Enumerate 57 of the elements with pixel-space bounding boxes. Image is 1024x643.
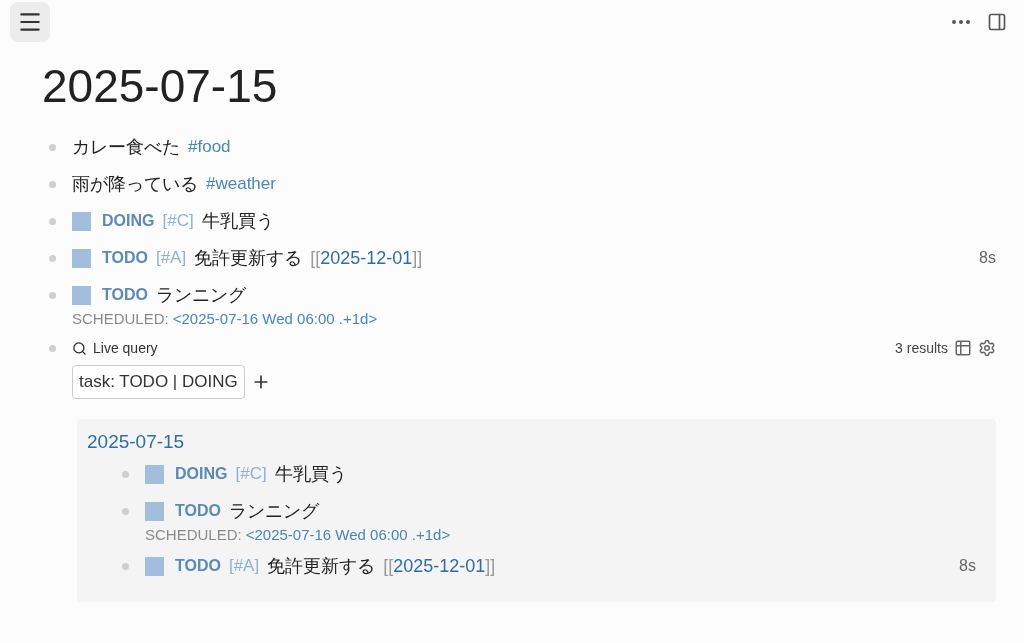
scheduled-label: SCHEDULED:: [72, 310, 169, 327]
priority-tag[interactable]: [#A]: [228, 553, 260, 579]
priority-tag[interactable]: [#C]: [235, 461, 267, 487]
task-marker[interactable]: TODO: [175, 498, 221, 524]
tag-link[interactable]: #food: [188, 134, 231, 160]
bullet[interactable]: [49, 292, 56, 299]
priority-tag[interactable]: [#C]: [162, 208, 194, 234]
task-text: ランニング: [228, 500, 319, 523]
tag-link[interactable]: #weather: [206, 171, 276, 197]
bullet[interactable]: [49, 345, 56, 352]
page-link[interactable]: 2025-07-15: [87, 431, 185, 453]
bullet[interactable]: [49, 144, 56, 151]
bullet[interactable]: [49, 181, 56, 188]
bracket: ]]: [412, 247, 423, 270]
task-marker[interactable]: DOING: [175, 461, 228, 487]
task-marker[interactable]: DOING: [102, 208, 155, 234]
task-text: 牛乳買う: [201, 210, 274, 233]
page-link[interactable]: 2025-12-01: [393, 553, 486, 579]
timer: 8s: [979, 248, 996, 268]
block-text: カレー食べた: [72, 136, 180, 159]
page-link[interactable]: 2025-12-01: [320, 245, 413, 271]
bullet[interactable]: [122, 471, 129, 478]
query-label: Live query: [93, 339, 158, 358]
bullet[interactable]: [49, 218, 56, 225]
task-marker[interactable]: TODO: [102, 282, 148, 308]
checkbox[interactable]: [145, 464, 164, 484]
bracket: [[: [383, 555, 394, 578]
result-count: 3 results: [895, 339, 948, 358]
scheduled-date[interactable]: <2025-07-16 Wed 06:00 .+1d>: [172, 310, 378, 327]
task-marker[interactable]: TODO: [102, 245, 148, 271]
checkbox[interactable]: [145, 501, 164, 521]
scheduled-label: SCHEDULED:: [145, 526, 242, 543]
bullet[interactable]: [122, 563, 129, 570]
menu-button[interactable]: [10, 2, 50, 42]
settings-icon[interactable]: [978, 339, 996, 357]
search-icon: [72, 340, 87, 356]
timer: 8s: [959, 556, 976, 576]
page-title: 2025-07-15: [42, 59, 278, 114]
filter-chip[interactable]: task: TODO | DOING: [72, 365, 245, 399]
table-icon[interactable]: [954, 339, 972, 357]
task-text: 免許更新する: [267, 555, 376, 578]
bracket: [[: [310, 247, 321, 270]
checkbox[interactable]: [145, 556, 164, 576]
checkbox[interactable]: [72, 248, 91, 268]
sidebar-icon[interactable]: [987, 12, 1007, 32]
task-text: 牛乳買う: [274, 463, 347, 486]
bullet[interactable]: [49, 255, 56, 262]
block-text: 雨が降っている: [72, 173, 198, 196]
bracket: ]]: [485, 555, 496, 578]
checkbox[interactable]: [72, 211, 91, 231]
checkbox[interactable]: [72, 285, 91, 305]
priority-tag[interactable]: [#A]: [155, 245, 187, 271]
scheduled-date[interactable]: <2025-07-16 Wed 06:00 .+1d>: [245, 526, 451, 543]
task-marker[interactable]: TODO: [175, 553, 221, 579]
bullet[interactable]: [122, 508, 129, 515]
task-text: ランニング: [155, 284, 246, 307]
task-text: 免許更新する: [194, 247, 303, 270]
